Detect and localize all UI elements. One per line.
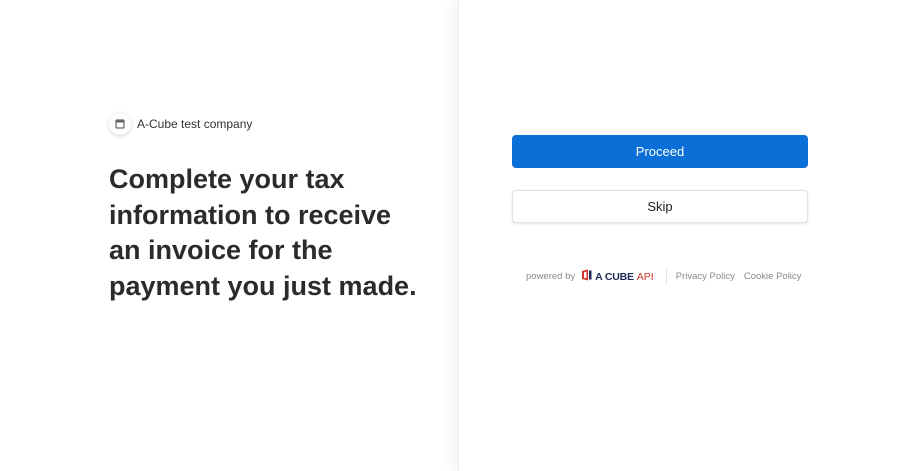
company-header: A-Cube test company xyxy=(109,113,252,135)
skip-button[interactable]: Skip xyxy=(512,190,808,223)
page: A-Cube test company Complete your tax in… xyxy=(0,0,910,471)
right-panel xyxy=(458,0,910,471)
cookie-policy-link[interactable]: Cookie Policy xyxy=(744,271,802,282)
company-name: A-Cube test company xyxy=(137,117,253,131)
left-panel: A-Cube test company Complete your tax in… xyxy=(0,0,458,471)
brand-logo[interactable]: A CUBE API xyxy=(581,269,654,284)
page-title: Complete your tax information to receive… xyxy=(109,164,417,301)
footer: powered by A CUBE API Privacy Policy Coo… xyxy=(526,268,810,285)
powered-by-label: powered by xyxy=(526,271,576,282)
brand-suffix: API xyxy=(636,270,654,283)
acube-logo-icon xyxy=(581,269,592,284)
brand-name: A CUBE xyxy=(595,270,634,283)
privacy-policy-link[interactable]: Privacy Policy xyxy=(676,271,735,282)
store-icon xyxy=(109,113,131,135)
proceed-button[interactable]: Proceed xyxy=(512,135,808,168)
footer-divider xyxy=(665,268,667,285)
